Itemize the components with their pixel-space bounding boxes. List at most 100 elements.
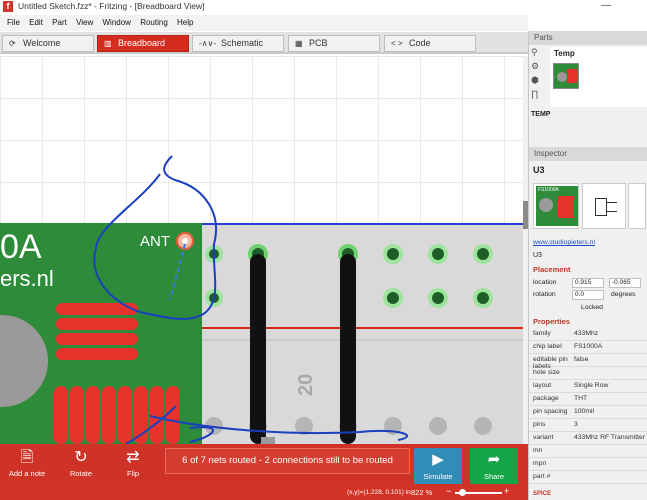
inspector-breadboard-image: FS1000A: [533, 183, 579, 229]
antenna-label: ANT: [140, 233, 170, 250]
locked-checkbox-label[interactable]: Locked: [581, 304, 603, 311]
inspector-link[interactable]: www.studiopieters.nl: [533, 239, 595, 246]
rotate-label: Rotate: [69, 469, 93, 478]
parts-hex-icon[interactable]: ⬢: [531, 75, 547, 89]
menu-bar: File Edit Part View Window Routing Help: [0, 15, 528, 31]
code-icon: < >: [391, 39, 403, 48]
property-key: family: [533, 330, 551, 337]
property-value[interactable]: Single Row: [574, 382, 608, 389]
share-icon: ➦: [487, 451, 501, 468]
property-key: package: [533, 395, 559, 402]
zoom-slider-handle[interactable]: [459, 489, 467, 496]
rotate-icon: ↻: [74, 449, 88, 466]
zoom-in-icon[interactable]: +: [504, 486, 509, 496]
share-label: Share: [483, 472, 504, 481]
menu-help[interactable]: Help: [170, 15, 193, 27]
fritzing-app-icon: f: [3, 1, 13, 12]
view-tab-bar: ⟳ Welcome ▥ Breadboard -∧∨- Schematic ▦ PCB …: [0, 32, 528, 54]
placement-section-title: Placement: [533, 265, 571, 274]
window-title: Untitled Sketch.fzz* - Fritzing - [Bread…: [18, 1, 205, 11]
welcome-icon: ⟳: [9, 39, 16, 48]
simulate-label: Simulate: [423, 472, 453, 481]
property-value[interactable]: 433Mhz: [574, 330, 598, 337]
inspector-pcb-image: [628, 183, 646, 229]
part-thumbnail[interactable]: [553, 63, 579, 89]
rotation-label: rotation: [533, 291, 556, 298]
property-row: mn: [529, 445, 647, 458]
add-note-button[interactable]: 🗎 Add a note: [6, 447, 48, 478]
cursor-coordinates: (x,y)=(1.228, 0.101) in: [347, 489, 411, 496]
minimize-button[interactable]: —: [601, 0, 611, 11]
menu-view[interactable]: View: [69, 15, 93, 27]
property-row: hole size: [529, 367, 647, 380]
routing-status-button[interactable]: 6 of 7 nets routed - 2 connections still…: [165, 448, 410, 474]
property-value[interactable]: 433Mhz RF Transmitter: [574, 434, 645, 441]
zoom-out-icon[interactable]: −: [446, 486, 451, 496]
location-x-field[interactable]: 0.915: [572, 278, 604, 288]
inspector-part-name: U3: [533, 252, 542, 259]
location-label: location: [533, 279, 557, 286]
spice-section-title: SPICE: [533, 491, 552, 497]
property-key: variant: [533, 434, 554, 441]
property-key: pins: [533, 421, 546, 428]
flip-button[interactable]: ⇄ Flip: [115, 447, 151, 478]
property-key: part #: [533, 473, 551, 480]
breadboard-canvas[interactable]: 0A ers.nl ANT 20: [0, 56, 523, 444]
location-y-field[interactable]: -0.065: [609, 278, 641, 288]
property-key: chip label: [533, 343, 562, 350]
tab-schematic-label: Schematic: [221, 38, 264, 48]
menu-routing[interactable]: Routing: [133, 15, 168, 27]
tab-code[interactable]: < > Code: [384, 35, 476, 52]
simulate-button[interactable]: ▶ Simulate: [414, 448, 462, 484]
parts-temp-icon[interactable]: ∏: [531, 89, 547, 103]
inspector-title: U3: [533, 165, 545, 175]
tab-welcome[interactable]: ⟳ Welcome: [2, 35, 94, 52]
property-row: variant 433Mhz RF Transmitter: [529, 432, 647, 445]
inspector-schematic-image: [582, 183, 626, 229]
rotate-button[interactable]: ↻ Rotate: [62, 447, 100, 478]
inspector-module-text: FS1000A: [538, 187, 559, 193]
black-wire-1: [250, 254, 266, 444]
tab-schematic[interactable]: -∧∨- Schematic: [192, 35, 284, 52]
menu-edit[interactable]: Edit: [22, 15, 43, 27]
property-row: family 433Mhz: [529, 328, 647, 341]
tab-pcb[interactable]: ▦ PCB: [288, 35, 380, 52]
rotation-field[interactable]: 0.0: [572, 290, 604, 300]
tab-breadboard[interactable]: ▥ Breadboard: [97, 35, 189, 52]
property-value[interactable]: THT: [574, 395, 587, 402]
rotation-unit: degrees: [611, 291, 636, 298]
property-value[interactable]: FS1000A: [574, 343, 602, 350]
parts-search-icon[interactable]: ⚲: [531, 47, 547, 61]
breadboard-drawing: 0A ers.nl ANT 20: [0, 155, 523, 444]
property-key: pin spacing: [533, 408, 568, 415]
parts-bin-tabs: ⚲ ⚙ ⬢ ∏: [531, 47, 547, 107]
tab-pcb-label: PCB: [309, 38, 328, 48]
share-button[interactable]: ➦ Share: [470, 448, 518, 484]
property-row: part #: [529, 471, 647, 484]
scroll-stub: [261, 437, 275, 444]
property-value[interactable]: false: [574, 356, 588, 363]
property-key: mpn: [533, 460, 547, 467]
tab-welcome-label: Welcome: [23, 38, 61, 48]
property-value[interactable]: 100mil: [574, 408, 594, 415]
right-dock: Parts ⚲ ⚙ ⬢ ∏ Temp TEMP Inspector U3 FS1…: [528, 31, 647, 500]
parts-core-icon[interactable]: ⚙: [531, 61, 547, 75]
schematic-icon: -∧∨-: [199, 39, 217, 48]
property-value[interactable]: 3: [574, 421, 578, 428]
add-note-label: Add a note: [8, 469, 46, 478]
title-bar: f Untitled Sketch.fzz* - Fritzing - [Bre…: [0, 0, 647, 14]
property-key: hole size: [533, 369, 560, 376]
breadboard-icon: ▥: [104, 39, 112, 48]
menu-part[interactable]: Part: [45, 15, 67, 27]
properties-section-title: Properties: [533, 317, 571, 326]
tab-code-label: Code: [409, 38, 431, 48]
parts-header: Parts: [529, 31, 647, 45]
module-big-text: 0A: [0, 228, 42, 266]
menu-file[interactable]: File: [0, 15, 20, 27]
zoom-level: 822 %: [411, 488, 433, 497]
menu-window[interactable]: Window: [96, 15, 131, 27]
simulate-icon: ▶: [432, 451, 444, 468]
status-bar: (x,y)=(1.228, 0.101) in 822 % − +: [0, 486, 528, 500]
property-row: package THT: [529, 393, 647, 406]
inspector-header: Inspector: [529, 147, 647, 161]
